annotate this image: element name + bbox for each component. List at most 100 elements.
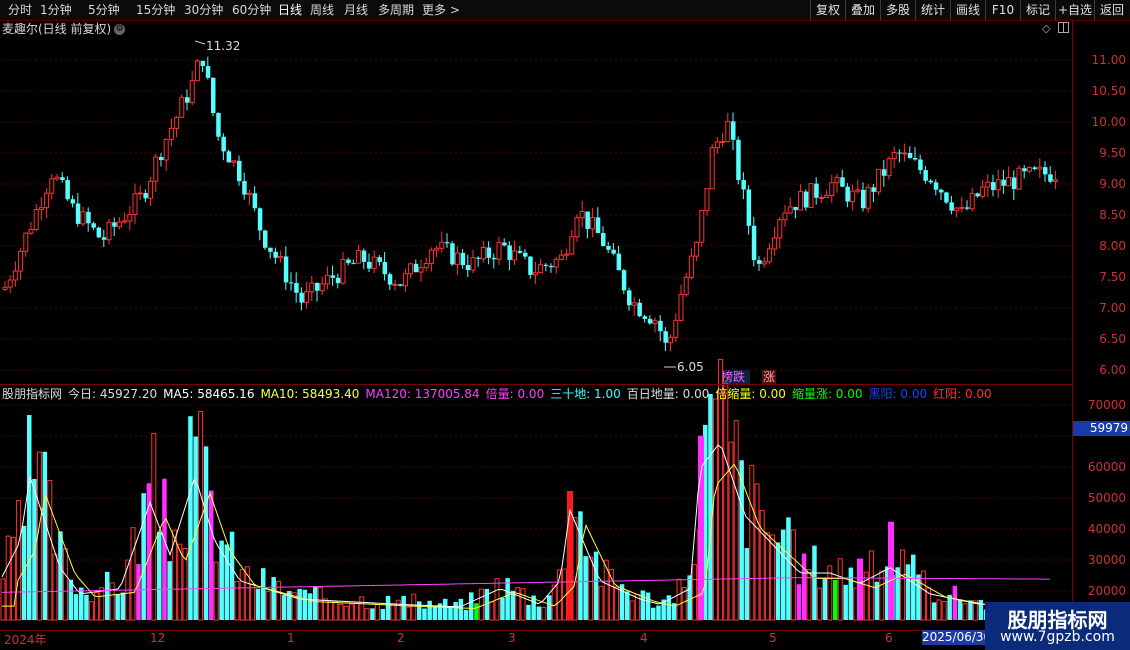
candle-body <box>70 199 76 204</box>
volume-bar <box>188 416 193 620</box>
candle-body <box>163 138 169 161</box>
candle-body <box>38 207 44 210</box>
candle-body <box>231 160 237 163</box>
candle-body <box>975 193 980 197</box>
candle-body <box>356 250 362 264</box>
x-tick: 3 <box>508 631 516 645</box>
candle-body <box>12 270 18 281</box>
candle-body <box>91 223 96 228</box>
candle-body <box>75 203 81 224</box>
candle-body <box>829 182 835 197</box>
candle-body <box>7 279 13 288</box>
volume-bar <box>505 578 510 620</box>
volume-bar-highlight <box>857 558 863 620</box>
candle-body <box>33 208 39 230</box>
candle-body <box>319 283 325 292</box>
volume-bar <box>52 553 58 621</box>
candle-body <box>54 176 60 180</box>
candle-body <box>335 277 341 284</box>
candle-body <box>49 178 55 194</box>
volume-bar <box>478 588 484 621</box>
volume-bar <box>588 556 594 621</box>
volume-bar <box>775 542 781 620</box>
diamond-icon[interactable]: ◇ <box>1042 22 1050 35</box>
volume-bar <box>551 584 557 621</box>
volume-bar <box>443 598 448 620</box>
candle-body <box>741 179 746 190</box>
candle-body <box>579 211 585 219</box>
volume-bar <box>744 548 750 620</box>
candle-body <box>211 77 216 114</box>
panel-icon[interactable] <box>1058 22 1069 33</box>
volume-bar <box>333 601 339 621</box>
candle-body <box>949 202 954 211</box>
candle-body <box>532 272 538 276</box>
volume-bar <box>712 398 718 621</box>
candle-body <box>179 96 185 118</box>
candle-body <box>731 121 736 140</box>
candle-body <box>668 336 674 344</box>
candle-body <box>969 192 975 210</box>
candle-body <box>309 282 315 293</box>
price-tick: 7.00 <box>1099 301 1126 315</box>
watermark-url: www.7gpzb.com <box>1000 629 1115 645</box>
volume-bar <box>583 556 588 620</box>
candle-body <box>86 211 91 224</box>
gear-icon[interactable]: ⚙ <box>114 24 126 35</box>
candle-body <box>116 221 122 228</box>
volume-bar <box>598 586 604 621</box>
candle-body <box>845 186 850 202</box>
volume-bar <box>343 605 349 621</box>
candle-body <box>434 247 440 251</box>
volume-bar <box>900 549 906 621</box>
price-tick: 9.50 <box>1099 146 1126 160</box>
volume-bar <box>749 464 755 621</box>
candle-body <box>252 193 258 209</box>
candle-body <box>44 192 50 209</box>
candle-body <box>18 250 24 272</box>
volume-tick: 20000 <box>1087 584 1126 598</box>
candle-body <box>861 189 866 209</box>
candle-body <box>939 189 944 193</box>
volume-bar <box>645 592 651 620</box>
volume-bar <box>99 587 105 621</box>
candle-body <box>137 192 143 195</box>
volume-tick: 60000 <box>1087 460 1126 474</box>
candle-body <box>1001 179 1006 186</box>
volume-bar <box>406 606 412 621</box>
candle-body <box>512 250 518 261</box>
candle-body <box>200 60 206 67</box>
volume-bar <box>536 606 542 620</box>
candle-body <box>237 160 242 182</box>
candle-body <box>377 257 382 263</box>
volume-bar <box>271 576 276 620</box>
candle-body <box>855 189 861 192</box>
volume-bar <box>109 582 115 621</box>
volume-bar <box>255 588 261 620</box>
candle-body <box>652 320 658 324</box>
volume-bar <box>177 543 183 621</box>
candle-body <box>268 247 273 252</box>
candle-body <box>601 233 606 246</box>
x-tick: 4 <box>640 631 648 645</box>
candle-body <box>954 207 960 212</box>
volume-bar <box>895 567 900 620</box>
candle-body <box>439 241 445 249</box>
candle-body <box>2 286 8 290</box>
bairi-value: 百日地量: 0.00 <box>626 387 710 401</box>
candle-body <box>688 255 694 278</box>
candle-body <box>382 262 388 275</box>
candle-body <box>616 253 622 271</box>
candle-body <box>216 113 221 137</box>
x-tick: 5 <box>769 631 777 645</box>
candle-body <box>881 169 887 176</box>
volume-bar <box>547 595 552 620</box>
volume-bar <box>619 584 625 620</box>
volume-bar <box>764 532 770 621</box>
chart-canvas[interactable]: 11.32 6.05 榜跌 涨 <box>0 0 1130 650</box>
volume-bar <box>754 483 760 621</box>
candle-body <box>278 256 284 259</box>
price-tick: 10.50 <box>1091 84 1126 98</box>
volume-bar <box>68 579 74 620</box>
volume-bar <box>526 604 531 620</box>
